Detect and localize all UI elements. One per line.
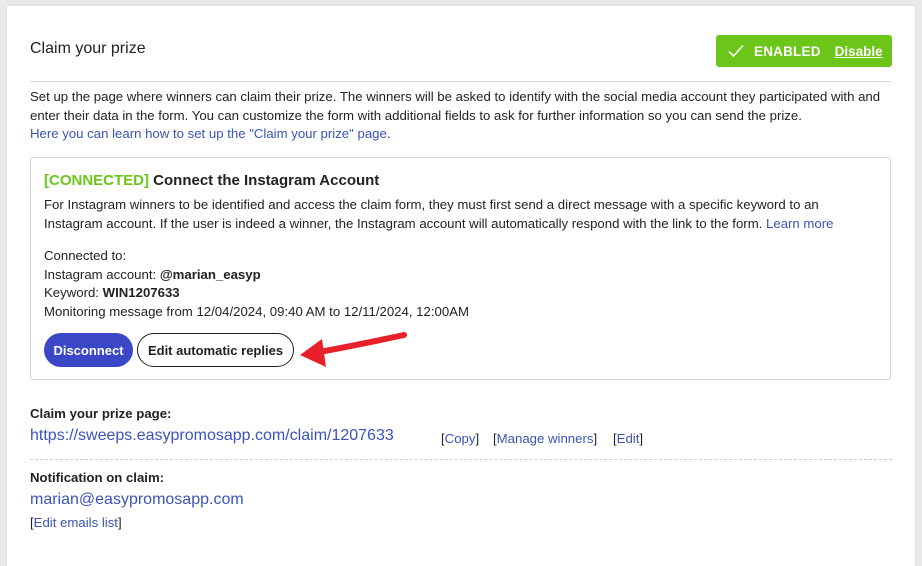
keyword-value: WIN1207633 xyxy=(102,285,180,300)
claim-page-label: Claim your prize page: xyxy=(30,406,172,421)
account-label: Instagram account: xyxy=(44,266,157,282)
instagram-description-text: For Instagram winners to be identified a… xyxy=(44,197,819,231)
learn-more-link[interactable]: Learn more xyxy=(766,216,833,231)
instagram-connection-panel: [CONNECTED] Connect the Instagram Accoun… xyxy=(30,157,891,380)
section-divider xyxy=(30,459,892,460)
edit-emails-link[interactable]: Edit emails list xyxy=(34,515,118,530)
instagram-connection-info: Connected to: Instagram account: @marian… xyxy=(44,247,469,321)
status-label: ENABLED xyxy=(754,43,821,59)
instagram-account-row: Instagram account: @marian_easyp xyxy=(44,266,469,285)
edit-automatic-replies-button[interactable]: Edit automatic replies xyxy=(137,333,294,367)
copy-link-group: [Copy] xyxy=(441,431,480,446)
claim-page-url[interactable]: https://sweeps.easypromosapp.com/claim/1… xyxy=(30,427,394,445)
edit-link-group: [Edit] xyxy=(613,431,644,446)
instagram-description: For Instagram winners to be identified a… xyxy=(44,196,874,233)
manage-winners-group: [Manage winners] xyxy=(493,431,598,446)
keyword-row: Keyword: WIN1207633 xyxy=(44,284,469,303)
status-badge: ENABLED Disable xyxy=(716,35,892,67)
disconnect-button[interactable]: Disconnect xyxy=(44,333,133,367)
copy-link[interactable]: Copy xyxy=(445,431,476,446)
instagram-panel-title: [CONNECTED] Connect the Instagram Accoun… xyxy=(44,172,379,189)
keyword-label: Keyword: xyxy=(44,285,99,300)
claim-prize-card: Claim your prize ENABLED Disable Set up … xyxy=(7,6,915,566)
monitoring-text: Monitoring message from 12/04/2024, 09:4… xyxy=(44,303,469,319)
setup-guide-link[interactable]: Here you can learn how to set up the "Cl… xyxy=(30,126,387,141)
notification-email[interactable]: marian@easypromosapp.com xyxy=(30,491,244,509)
intro-description: Set up the page where winners can claim … xyxy=(30,89,881,123)
disable-link[interactable]: Disable xyxy=(835,44,883,59)
intro-text: Set up the page where winners can claim … xyxy=(30,89,881,141)
page-title: Claim your prize xyxy=(30,40,146,57)
manage-winners-link[interactable]: Manage winners xyxy=(497,431,594,446)
red-arrow-annotation-icon xyxy=(300,332,407,367)
edit-emails-group: [Edit emails list] xyxy=(30,515,122,530)
connected-tag: [CONNECTED] xyxy=(44,172,149,189)
edit-claim-page-link[interactable]: Edit xyxy=(617,431,640,446)
connected-to-label: Connected to: xyxy=(44,248,127,263)
notification-label: Notification on claim: xyxy=(30,470,165,485)
account-value: @marian_easyp xyxy=(159,266,261,282)
instagram-title-text: Connect the Instagram Account xyxy=(153,172,380,189)
header-divider xyxy=(30,81,892,82)
check-icon xyxy=(728,44,744,58)
